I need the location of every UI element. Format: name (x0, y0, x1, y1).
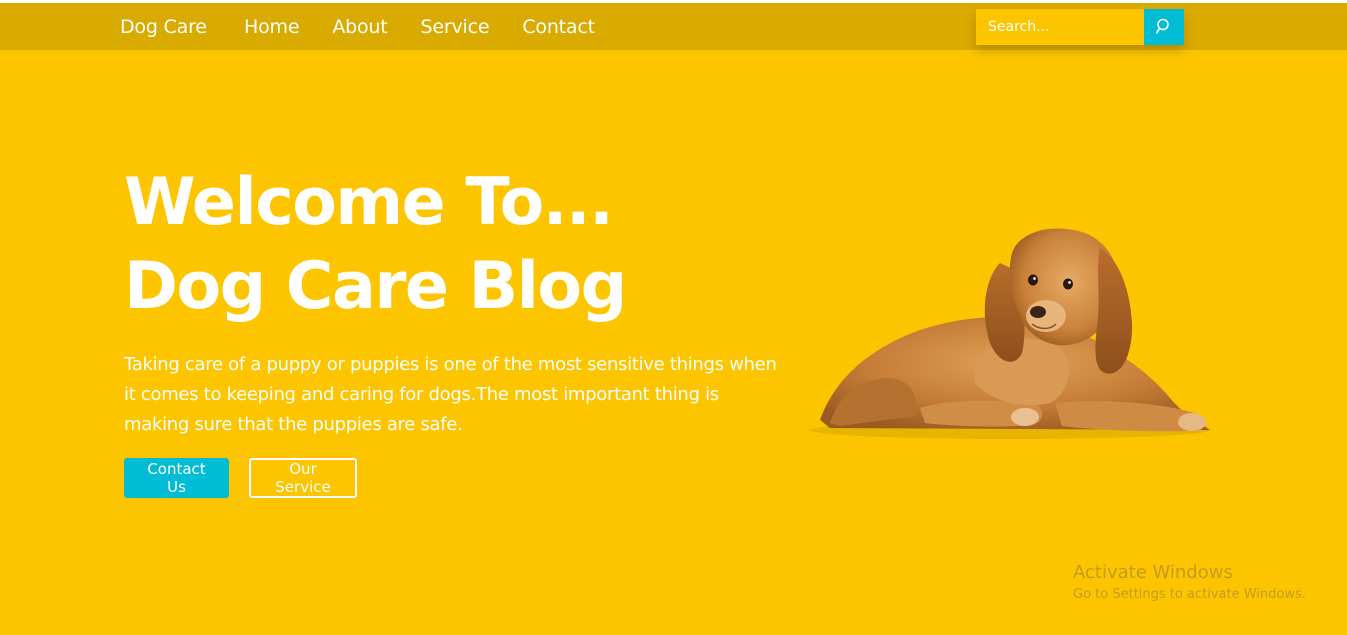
contact-us-button[interactable]: Contact Us (124, 458, 229, 498)
search-box (976, 9, 1184, 45)
our-service-button[interactable]: Our Service (249, 458, 357, 498)
nav-link-about[interactable]: About (332, 16, 387, 38)
nav-link-contact[interactable]: Contact (522, 16, 595, 38)
watermark-title: Activate Windows (1073, 562, 1233, 583)
navbar: Dog Care Home About Service Contact (0, 3, 1347, 50)
hero-title-line-2: Dog Care Blog (124, 249, 627, 324)
search-button[interactable] (1144, 9, 1184, 45)
nav-link-service[interactable]: Service (421, 16, 490, 38)
puppy-image (800, 218, 1220, 447)
watermark-subtitle: Go to Settings to activate Windows. (1073, 587, 1306, 602)
nav-link-home[interactable]: Home (244, 16, 300, 38)
hero-description: Taking care of a puppy or puppies is one… (124, 354, 777, 435)
nav-links: Home About Service Contact (244, 16, 628, 38)
search-icon (1155, 18, 1172, 37)
brand-link[interactable]: Dog Care (120, 16, 207, 38)
hero-title: Welcome To... Dog Care Blog (124, 161, 627, 329)
hero-title-line-1: Welcome To... (124, 165, 614, 240)
search-input[interactable] (976, 9, 1144, 45)
page: Dog Care Home About Service Contact Welc… (0, 3, 1347, 635)
activate-windows-watermark: Activate Windows Go to Settings to activ… (1073, 562, 1306, 606)
